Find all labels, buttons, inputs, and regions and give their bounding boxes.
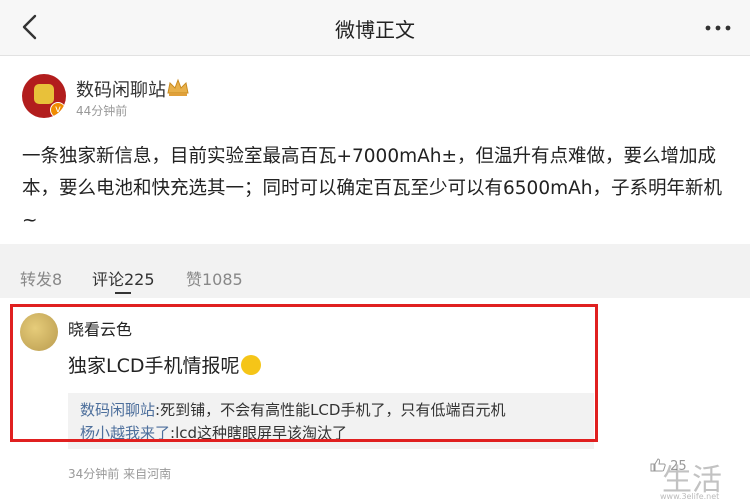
tab-comments[interactable]: 评论225: [92, 266, 155, 290]
tab-reposts[interactable]: 转发8: [20, 266, 62, 290]
post-content: 一条独家新信息，目前实验室最高百瓦+7000mAh±，但温升有点难做，要么增加成…: [22, 146, 722, 231]
tab-bar: 转发8 评论225 赞1085: [0, 252, 750, 298]
top-bar: 微博正文: [0, 0, 750, 56]
active-tab-indicator: [115, 292, 131, 294]
author-name[interactable]: 数码闲聊站: [76, 76, 166, 102]
watermark-url: www.3elife.net: [660, 492, 720, 501]
post-time: 44分钟前: [76, 104, 128, 118]
comment-meta: 34分钟前 来自河南: [68, 467, 172, 481]
page-title: 微博正文: [335, 18, 415, 42]
author-avatar[interactable]: v: [22, 74, 66, 118]
verified-badge-icon: v: [50, 102, 66, 118]
more-options-icon[interactable]: [700, 12, 736, 42]
crown-badge-icon: [167, 78, 189, 96]
tab-likes[interactable]: 赞1085: [186, 266, 243, 290]
post-card: v 数码闲聊站 44分钟前 一条独家新信息，目前实验室最高百瓦+7000mAh±…: [0, 56, 750, 244]
highlight-frame: [10, 304, 598, 442]
avatar-face-icon: [34, 84, 54, 104]
